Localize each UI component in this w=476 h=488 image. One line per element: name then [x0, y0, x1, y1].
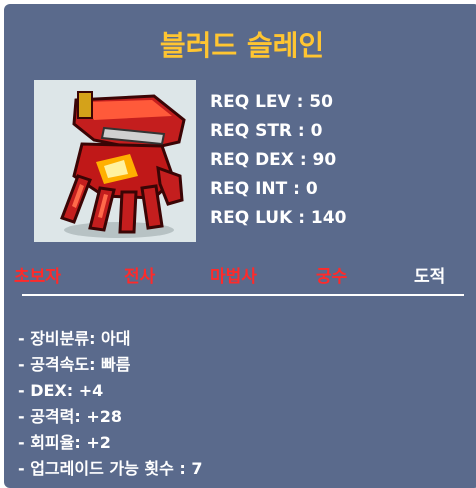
stat-attack: - 공격력: +28 [18, 407, 123, 426]
job-thief: 도적 [414, 267, 446, 287]
req-str: REQ STR : 0 [210, 121, 323, 141]
stat-attack-speed: - 공격속도: 빠름 [18, 355, 131, 374]
req-int: REQ INT : 0 [210, 179, 318, 199]
req-level: REQ LEV : 50 [210, 92, 333, 112]
stat-upgrades: - 업그레이드 가능 횟수 : 7 [18, 459, 203, 478]
stats-list: - 장비분류: 아대 - 공격속도: 빠름 - DEX: +4 - 공격력: +… [18, 326, 203, 482]
stat-dex: - DEX: +4 [18, 381, 104, 400]
job-list: 초보자 전사 마법사 궁수 도적 [4, 262, 476, 290]
stat-category: - 장비분류: 아대 [18, 329, 131, 348]
red-glove-icon [60, 91, 186, 238]
job-beginner: 초보자 [14, 267, 61, 287]
job-bowman: 궁수 [316, 267, 348, 287]
item-tooltip: 블러드 슬레인 REQ LEV : 50 REQ STR: 0 REQ DEX… [4, 4, 476, 488]
req-dex: REQ DEX : 90 [210, 150, 337, 170]
item-icon-frame [34, 80, 196, 242]
divider [22, 294, 464, 296]
job-warrior: 전사 [124, 267, 156, 287]
req-luk: REQ LUK : 140 [210, 208, 347, 228]
job-magician: 마법사 [210, 267, 257, 287]
item-name: 블러드 슬레인 [159, 29, 325, 62]
requirements-list: REQ LEV : 50 REQ STR : 0 REQ DEX : 90 RE… [210, 88, 346, 233]
stat-avoid: - 회피율: +2 [18, 433, 111, 452]
